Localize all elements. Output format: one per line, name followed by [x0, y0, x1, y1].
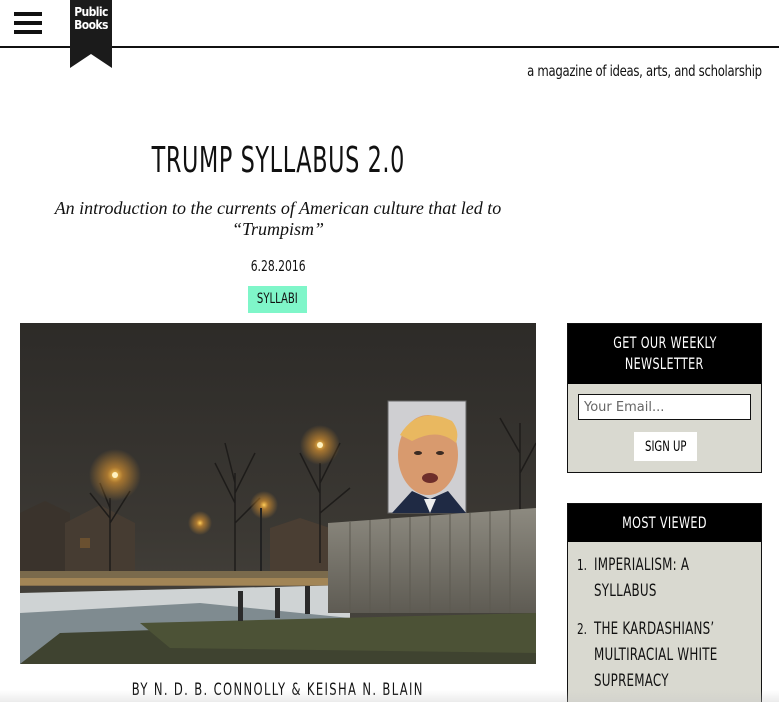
logo-text: Public Books — [74, 5, 108, 32]
hero-image — [20, 323, 536, 664]
article-title: TRUMP SYLLABUS 2.0 — [151, 140, 405, 181]
article-date: 6.28.2016 — [250, 257, 306, 275]
most-viewed-panel: MOST VIEWED 1. IMPERIALISM: A SYLLABUS 2… — [567, 503, 762, 702]
most-viewed-list: 1. IMPERIALISM: A SYLLABUS 2. THE KARDAS… — [568, 542, 761, 694]
list-item[interactable]: 1. IMPERIALISM: A SYLLABUS — [577, 552, 761, 604]
newsletter-heading: GET OUR WEEKLY NEWSLETTER — [568, 324, 761, 384]
sign-up-button[interactable]: SIGN UP — [634, 432, 697, 461]
top-bar — [0, 0, 779, 48]
article-subtitle: An introduction to the currents of Ameri… — [54, 198, 502, 239]
bottom-fade — [0, 690, 779, 702]
list-item[interactable]: 2. THE KARDASHIANS’ MULTIRACIAL WHITE SU… — [577, 616, 761, 694]
newsletter-panel: GET OUR WEEKLY NEWSLETTER SIGN UP — [567, 323, 762, 473]
menu-icon[interactable] — [14, 12, 42, 34]
public-books-logo[interactable]: Public Books — [70, 0, 112, 68]
most-viewed-heading: MOST VIEWED — [568, 504, 761, 542]
site-tagline: a magazine of ideas, arts, and scholarsh… — [527, 62, 762, 80]
email-input[interactable] — [578, 394, 751, 420]
category-tag[interactable]: SYLLABI — [248, 286, 307, 313]
